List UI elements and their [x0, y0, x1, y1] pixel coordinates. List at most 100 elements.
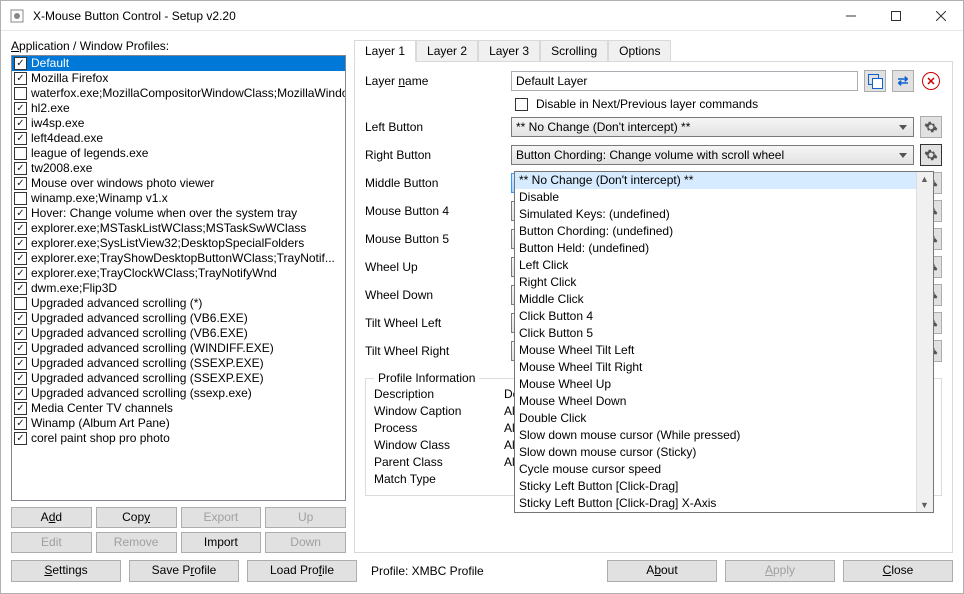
list-item[interactable]: Upgraded advanced scrolling (VB6.EXE) — [12, 326, 345, 341]
button-combo[interactable]: Button Chording: Change volume with scro… — [511, 145, 914, 165]
dropdown-item[interactable]: ** No Change (Don't intercept) ** — [515, 172, 916, 189]
profile-checkbox[interactable] — [14, 417, 27, 430]
dropdown-item[interactable]: Disable — [515, 189, 916, 206]
close-button-bottom[interactable]: Close — [843, 560, 953, 582]
list-item[interactable]: winamp.exe;Winamp v1.x — [12, 191, 345, 206]
up-button[interactable]: Up — [265, 507, 346, 528]
profile-checkbox[interactable] — [14, 192, 27, 205]
profile-checkbox[interactable] — [14, 342, 27, 355]
list-item[interactable]: Upgraded advanced scrolling (ssexp.exe) — [12, 386, 345, 401]
list-item[interactable]: explorer.exe;TrayClockWClass;TrayNotifyW… — [12, 266, 345, 281]
revert-layer-button[interactable]: ✕ — [920, 70, 942, 92]
list-item[interactable]: hl2.exe — [12, 101, 345, 116]
disable-checkbox[interactable] — [515, 98, 528, 111]
middle-button-dropdown[interactable]: ** No Change (Don't intercept) **Disable… — [514, 171, 934, 513]
export-button[interactable]: Export — [181, 507, 262, 528]
add-button[interactable]: Add — [11, 507, 92, 528]
list-item[interactable]: Upgraded advanced scrolling (VB6.EXE) — [12, 311, 345, 326]
profile-checkbox[interactable] — [14, 252, 27, 265]
copy-layer-button[interactable] — [864, 70, 886, 92]
list-item[interactable]: waterfox.exe;MozillaCompositorWindowClas… — [12, 86, 345, 101]
profile-checkbox[interactable] — [14, 162, 27, 175]
settings-button[interactable]: Settings — [11, 560, 121, 582]
dropdown-item[interactable]: Button Held: (undefined) — [515, 240, 916, 257]
list-item[interactable]: Upgraded advanced scrolling (*) — [12, 296, 345, 311]
minimize-button[interactable] — [828, 1, 873, 30]
profile-checkbox[interactable] — [14, 387, 27, 400]
tab-layer-3[interactable]: Layer 3 — [478, 40, 540, 62]
dropdown-scrollbar[interactable] — [916, 172, 933, 512]
profile-checkbox[interactable] — [14, 102, 27, 115]
list-item[interactable]: Hover: Change volume when over the syste… — [12, 206, 345, 221]
profile-checkbox[interactable] — [14, 312, 27, 325]
import-button[interactable]: Import — [181, 532, 262, 553]
list-item[interactable]: Media Center TV channels — [12, 401, 345, 416]
dropdown-item[interactable]: Mouse Wheel Up — [515, 376, 916, 393]
profile-checkbox[interactable] — [14, 207, 27, 220]
profile-checkbox[interactable] — [14, 402, 27, 415]
profile-checkbox[interactable] — [14, 357, 27, 370]
dropdown-item[interactable]: Mouse Wheel Tilt Left — [515, 342, 916, 359]
list-item[interactable]: explorer.exe;SysListView32;DesktopSpecia… — [12, 236, 345, 251]
dropdown-item[interactable]: Slow down mouse cursor (While pressed) — [515, 427, 916, 444]
list-item[interactable]: league of legends.exe — [12, 146, 345, 161]
dropdown-item[interactable]: Mouse Wheel Down — [515, 393, 916, 410]
load-profile-button[interactable]: Load Profile — [247, 560, 357, 582]
list-item[interactable]: Winamp (Album Art Pane) — [12, 416, 345, 431]
tab-options[interactable]: Options — [608, 40, 671, 62]
profile-checkbox[interactable] — [14, 297, 27, 310]
dropdown-item[interactable]: Slow down mouse cursor (Sticky) — [515, 444, 916, 461]
dropdown-item[interactable]: Left Click — [515, 257, 916, 274]
about-button[interactable]: About — [607, 560, 717, 582]
profile-checkbox[interactable] — [14, 372, 27, 385]
dropdown-item[interactable]: Click Button 5 — [515, 325, 916, 342]
dropdown-item[interactable]: Button Chording: (undefined) — [515, 223, 916, 240]
list-item[interactable]: corel paint shop pro photo — [12, 431, 345, 446]
close-button[interactable] — [918, 1, 963, 30]
copy-button[interactable]: Copy — [96, 507, 177, 528]
profile-checkbox[interactable] — [14, 57, 27, 70]
list-item[interactable]: Mouse over windows photo viewer — [12, 176, 345, 191]
profile-checkbox[interactable] — [14, 177, 27, 190]
layer-name-input[interactable] — [511, 71, 858, 91]
swap-layer-button[interactable]: ⇄ — [892, 70, 914, 92]
profile-list[interactable]: DefaultMozilla Firefoxwaterfox.exe;Mozil… — [11, 55, 346, 501]
tab-layer-1[interactable]: Layer 1 — [354, 40, 416, 62]
down-button[interactable]: Down — [265, 532, 346, 553]
dropdown-item[interactable]: Middle Click — [515, 291, 916, 308]
list-item[interactable]: tw2008.exe — [12, 161, 345, 176]
tab-layer-2[interactable]: Layer 2 — [416, 40, 478, 62]
gear-icon[interactable] — [920, 116, 942, 138]
tab-scrolling[interactable]: Scrolling — [540, 40, 608, 62]
list-item[interactable]: left4dead.exe — [12, 131, 345, 146]
list-item[interactable]: Upgraded advanced scrolling (WINDIFF.EXE… — [12, 341, 345, 356]
profile-checkbox[interactable] — [14, 267, 27, 280]
maximize-button[interactable] — [873, 1, 918, 30]
dropdown-item[interactable]: Sticky Left Button [Click-Drag] — [515, 478, 916, 495]
remove-button[interactable]: Remove — [96, 532, 177, 553]
dropdown-item[interactable]: Double Click — [515, 410, 916, 427]
profile-checkbox[interactable] — [14, 72, 27, 85]
profile-checkbox[interactable] — [14, 87, 27, 100]
dropdown-item[interactable]: Click Button 4 — [515, 308, 916, 325]
list-item[interactable]: Default — [12, 56, 345, 71]
profile-checkbox[interactable] — [14, 327, 27, 340]
profile-checkbox[interactable] — [14, 147, 27, 160]
list-item[interactable]: iw4sp.exe — [12, 116, 345, 131]
list-item[interactable]: Mozilla Firefox — [12, 71, 345, 86]
profile-checkbox[interactable] — [14, 117, 27, 130]
profile-checkbox[interactable] — [14, 237, 27, 250]
list-item[interactable]: explorer.exe;TrayShowDesktopButtonWClass… — [12, 251, 345, 266]
gear-icon[interactable] — [920, 144, 942, 166]
dropdown-item[interactable]: Cycle mouse cursor speed — [515, 461, 916, 478]
profile-checkbox[interactable] — [14, 432, 27, 445]
button-combo[interactable]: ** No Change (Don't intercept) ** — [511, 117, 914, 137]
profile-checkbox[interactable] — [14, 282, 27, 295]
profile-checkbox[interactable] — [14, 132, 27, 145]
dropdown-item[interactable]: Sticky Left Button [Click-Drag] X-Axis — [515, 495, 916, 512]
dropdown-item[interactable]: Right Click — [515, 274, 916, 291]
apply-button[interactable]: Apply — [725, 560, 835, 582]
edit-button[interactable]: Edit — [11, 532, 92, 553]
list-item[interactable]: explorer.exe;MSTaskListWClass;MSTaskSwWC… — [12, 221, 345, 236]
dropdown-item[interactable]: Mouse Wheel Tilt Right — [515, 359, 916, 376]
